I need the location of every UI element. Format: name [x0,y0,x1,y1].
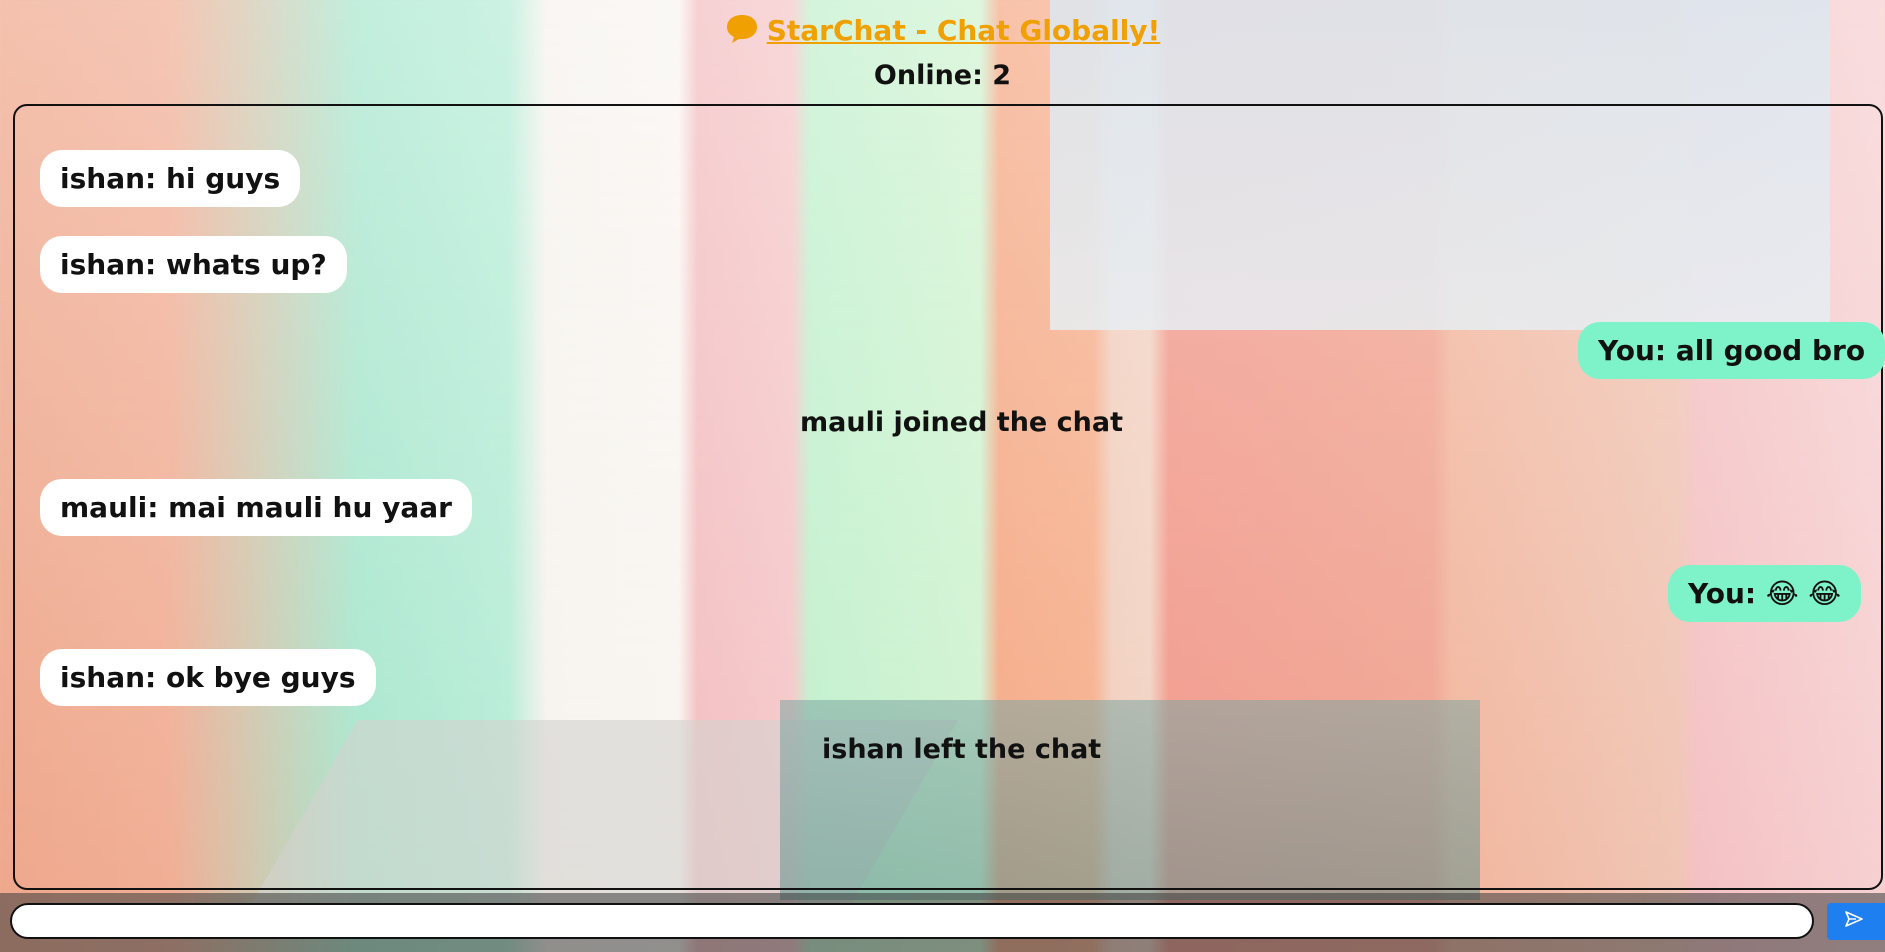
system-event: ishan left the chat [822,734,1102,765]
message-outgoing: You: all good bro [1578,322,1885,379]
composer-bar [0,893,1885,952]
message-input[interactable] [10,903,1814,939]
system-event: mauli joined the chat [800,407,1123,438]
chat-bubble-icon [725,12,759,43]
message-outgoing: You: 😂 😂 [1668,565,1862,622]
header: StarChat - Chat Globally! Online: 2 [0,0,1885,91]
send-arrow-icon [1845,911,1863,932]
title-row: StarChat - Chat Globally! [0,10,1885,50]
message-incoming: ishan: whats up? [40,236,347,293]
send-button[interactable] [1827,903,1885,940]
message-incoming: ishan: hi guys [40,150,301,207]
message-incoming: ishan: ok bye guys [40,649,376,706]
message-incoming: mauli: mai mauli hu yaar [40,479,472,536]
online-count: Online: 2 [873,60,1012,91]
app-title-link[interactable]: StarChat - Chat Globally! [767,14,1161,47]
